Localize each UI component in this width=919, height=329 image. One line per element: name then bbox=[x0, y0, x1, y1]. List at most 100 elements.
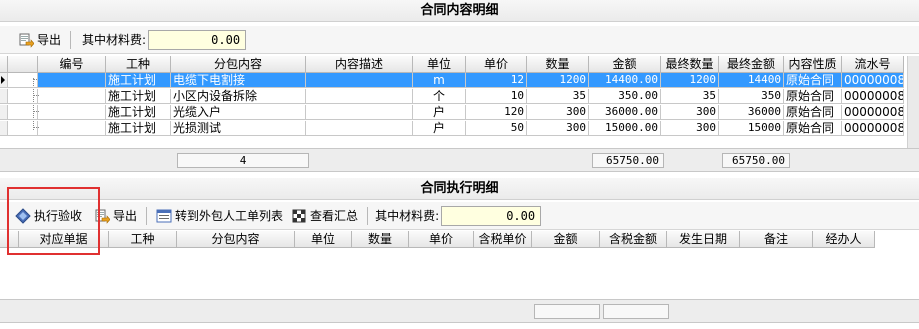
col-unit[interactable]: 单位 bbox=[295, 231, 352, 248]
cell-code[interactable] bbox=[38, 121, 106, 136]
execute-accept-button[interactable]: 执行验收 bbox=[11, 205, 86, 227]
cell-nature[interactable]: 原始合同 bbox=[784, 121, 842, 136]
cell-nature[interactable]: 原始合同 bbox=[784, 105, 842, 120]
cell-code[interactable] bbox=[38, 73, 106, 88]
cell-trade[interactable]: 施工计划 bbox=[106, 105, 171, 120]
col-tax-price[interactable]: 含税单价 bbox=[474, 231, 532, 248]
cell-qty[interactable]: 300 bbox=[527, 121, 589, 136]
amount-total: 65750.00 bbox=[592, 153, 664, 168]
row-indicator-header bbox=[0, 231, 19, 248]
execute-accept-label: 执行验收 bbox=[34, 209, 83, 223]
execution-export-button[interactable]: 导出 bbox=[90, 205, 141, 227]
cell-final-qty[interactable]: 300 bbox=[661, 121, 719, 136]
col-desc[interactable]: 内容描述 bbox=[306, 56, 413, 73]
col-content[interactable]: 分包内容 bbox=[177, 231, 295, 248]
accept-diamond-icon bbox=[15, 207, 31, 224]
cell-content[interactable]: 光缆入户 bbox=[171, 105, 306, 120]
contract-vertical-scrollbar[interactable] bbox=[907, 56, 919, 148]
cell-final-amount[interactable]: 15000 bbox=[719, 121, 784, 136]
cell-amount[interactable]: 14400.00 bbox=[589, 73, 661, 88]
col-amount[interactable]: 金额 bbox=[589, 56, 661, 73]
cell-price[interactable]: 50 bbox=[466, 121, 527, 136]
cell-amount[interactable]: 350.00 bbox=[589, 89, 661, 104]
cell-nature[interactable]: 原始合同 bbox=[784, 89, 842, 104]
cell-desc[interactable] bbox=[306, 105, 413, 120]
cell-code[interactable] bbox=[38, 89, 106, 104]
cell-price[interactable]: 10 bbox=[466, 89, 527, 104]
col-trade[interactable]: 工种 bbox=[106, 56, 171, 73]
cell-qty[interactable]: 1200 bbox=[527, 73, 589, 88]
cell-amount[interactable]: 36000.00 bbox=[589, 105, 661, 120]
cell-final-amount[interactable]: 350 bbox=[719, 89, 784, 104]
contract-grid-header: 编号 工种 分包内容 内容描述 单位 单价 数量 金额 最终数量 最终金额 内容… bbox=[0, 56, 904, 73]
cell-desc[interactable] bbox=[306, 73, 413, 88]
col-date[interactable]: 发生日期 bbox=[667, 231, 740, 248]
cell-final-qty[interactable]: 300 bbox=[661, 105, 719, 120]
table-row[interactable]: 施工计划 光缆入户 户 120 300 36000.00 300 36000 原… bbox=[0, 105, 904, 120]
cell-final-amount[interactable]: 36000 bbox=[719, 105, 784, 120]
col-amount[interactable]: 金额 bbox=[532, 231, 600, 248]
view-summary-button[interactable]: 查看汇总 bbox=[287, 205, 362, 227]
contract-toolbar: 导出 其中材料费: 0.00 bbox=[0, 26, 919, 54]
col-content[interactable]: 分包内容 bbox=[171, 56, 306, 73]
cell-content[interactable]: 小区内设备拆除 bbox=[171, 89, 306, 104]
cell-final-amount[interactable]: 14400 bbox=[719, 73, 784, 88]
cell-desc[interactable] bbox=[306, 89, 413, 104]
transfer-to-labor-list-button[interactable]: 转到外包人工单列表 bbox=[152, 205, 287, 227]
col-remark[interactable]: 备注 bbox=[740, 231, 813, 248]
cell-final-qty[interactable]: 1200 bbox=[661, 73, 719, 88]
contract-material-fee-field[interactable]: 0.00 bbox=[148, 29, 247, 50]
toolbar-separator bbox=[70, 30, 72, 49]
contract-export-button[interactable]: 导出 bbox=[14, 29, 65, 51]
cell-serial[interactable]: 00000008 bbox=[842, 121, 904, 136]
execution-grid-header: 对应单据 工种 分包内容 单位 数量 单价 含税单价 金额 含税金额 发生日期 … bbox=[0, 231, 875, 248]
col-unit[interactable]: 单位 bbox=[413, 56, 466, 73]
cell-unit[interactable]: 户 bbox=[413, 105, 466, 120]
col-final-qty[interactable]: 最终数量 bbox=[661, 56, 719, 73]
cell-trade[interactable]: 施工计划 bbox=[106, 73, 171, 88]
col-price[interactable]: 单价 bbox=[409, 231, 474, 248]
toolbar-separator bbox=[146, 206, 148, 225]
tree-header bbox=[8, 56, 38, 73]
cell-price[interactable]: 120 bbox=[466, 105, 527, 120]
cell-nature[interactable]: 原始合同 bbox=[784, 73, 842, 88]
cell-serial[interactable]: 00000008 bbox=[842, 73, 904, 88]
col-source-doc[interactable]: 对应单据 bbox=[19, 231, 109, 248]
cell-trade[interactable]: 施工计划 bbox=[106, 89, 171, 104]
cell-serial[interactable]: 00000008 bbox=[842, 89, 904, 104]
cell-desc[interactable] bbox=[306, 121, 413, 136]
col-nature[interactable]: 内容性质 bbox=[784, 56, 842, 73]
cell-price[interactable]: 12 bbox=[466, 73, 527, 88]
col-qty[interactable]: 数量 bbox=[352, 231, 409, 248]
cell-serial[interactable]: 00000008 bbox=[842, 105, 904, 120]
col-code[interactable]: 编号 bbox=[38, 56, 106, 73]
cell-unit[interactable]: m bbox=[413, 73, 466, 88]
cell-qty[interactable]: 35 bbox=[527, 89, 589, 104]
cell-unit[interactable]: 户 bbox=[413, 121, 466, 136]
cell-amount[interactable]: 15000.00 bbox=[589, 121, 661, 136]
cell-qty[interactable]: 300 bbox=[527, 105, 589, 120]
cell-content[interactable]: 光损测试 bbox=[171, 121, 306, 136]
col-final-amount[interactable]: 最终金额 bbox=[719, 56, 784, 73]
cell-content[interactable]: 电缆下电割接 bbox=[171, 73, 306, 88]
table-row[interactable]: 施工计划 小区内设备拆除 个 10 35 350.00 35 350 原始合同 … bbox=[0, 89, 904, 104]
tree-cell bbox=[8, 73, 38, 88]
cell-code[interactable] bbox=[38, 105, 106, 120]
cell-final-qty[interactable]: 35 bbox=[661, 89, 719, 104]
transfer-to-labor-list-label: 转到外包人工单列表 bbox=[175, 209, 284, 223]
col-handler[interactable]: 经办人 bbox=[813, 231, 875, 248]
cell-trade[interactable]: 施工计划 bbox=[106, 121, 171, 136]
cell-unit[interactable]: 个 bbox=[413, 89, 466, 104]
row-indicator bbox=[0, 121, 8, 136]
row-indicator bbox=[0, 105, 8, 120]
col-price[interactable]: 单价 bbox=[466, 56, 527, 73]
export-icon bbox=[19, 33, 34, 48]
table-row[interactable]: 施工计划 光损测试 户 50 300 15000.00 300 15000 原始… bbox=[0, 121, 904, 136]
col-trade[interactable]: 工种 bbox=[109, 231, 177, 248]
tree-cell bbox=[8, 105, 38, 120]
execution-material-fee-field[interactable]: 0.00 bbox=[441, 205, 542, 226]
col-serial[interactable]: 流水号 bbox=[842, 56, 904, 73]
table-row[interactable]: 施工计划 电缆下电割接 m 12 1200 14400.00 1200 1440… bbox=[0, 73, 904, 88]
col-tax-amount[interactable]: 含税金额 bbox=[600, 231, 667, 248]
col-qty[interactable]: 数量 bbox=[527, 56, 589, 73]
